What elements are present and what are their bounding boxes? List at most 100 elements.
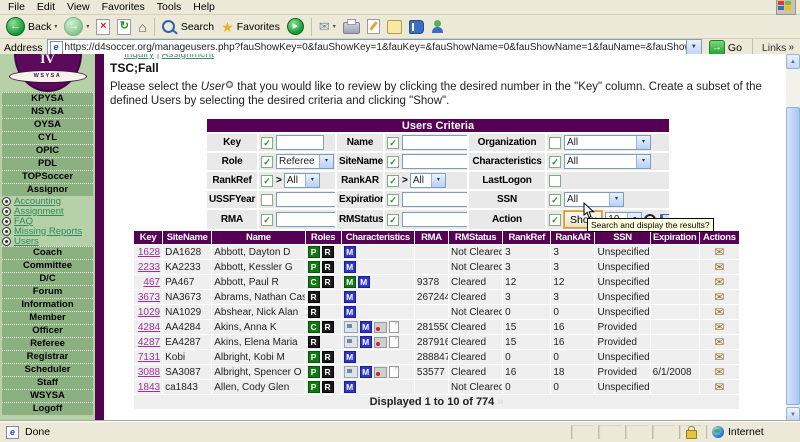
- mail-icon[interactable]: ✉: [714, 275, 724, 289]
- sidebar-item-topsoccer[interactable]: TOPSoccer: [2, 170, 93, 183]
- sidebar-item-kpysa[interactable]: KPYSA: [2, 92, 93, 105]
- rankar-select[interactable]: All▾: [410, 173, 446, 188]
- role-checkbox[interactable]: ✓: [261, 156, 273, 168]
- column-header-rankar[interactable]: RankAR: [551, 231, 594, 244]
- key-link[interactable]: 1029: [138, 307, 160, 318]
- menu-help[interactable]: Help: [187, 1, 221, 13]
- sidebar-item-scheduler[interactable]: Scheduler: [2, 363, 93, 376]
- mail-icon[interactable]: ✉: [714, 350, 724, 364]
- rma-input[interactable]: [276, 212, 335, 227]
- mail-icon[interactable]: ✉: [714, 335, 724, 349]
- mail-icon[interactable]: ✉: [714, 245, 724, 259]
- column-header-key[interactable]: Key: [134, 231, 162, 244]
- role-select[interactable]: Referee▾: [276, 154, 334, 169]
- rankref-select[interactable]: All▾: [284, 173, 320, 188]
- sidebar-link-missing-reports[interactable]: Missing Reports: [0, 226, 95, 236]
- sitename-checkbox[interactable]: ✓: [387, 156, 399, 168]
- breadcrumb-link-assignment[interactable]: Assignment: [162, 54, 214, 60]
- edit-button[interactable]: [364, 16, 383, 37]
- sidebar-item-logoff[interactable]: Logoff: [2, 402, 93, 415]
- column-header-roles[interactable]: Roles: [306, 231, 341, 244]
- key-link[interactable]: 4284: [138, 322, 160, 333]
- ussfyear-checkbox[interactable]: [261, 194, 273, 206]
- key-link[interactable]: 3088: [138, 367, 160, 378]
- refresh-button[interactable]: ↻: [114, 16, 134, 37]
- mail-icon[interactable]: ✉: [714, 365, 724, 379]
- sidebar-item-opic[interactable]: OPIC: [2, 144, 93, 157]
- sidebar-link-faq[interactable]: FAQ: [0, 216, 95, 226]
- mail-icon[interactable]: ✉: [714, 305, 724, 319]
- expiration-input[interactable]: [402, 192, 467, 207]
- expiration-checkbox[interactable]: ✓: [387, 194, 399, 206]
- sidebar-item-information[interactable]: Information: [2, 298, 93, 311]
- sidebar-item-oysa[interactable]: OYSA: [2, 118, 93, 131]
- lastlogon-checkbox[interactable]: [549, 175, 561, 187]
- back-button[interactable]: ←Back▾: [3, 16, 60, 37]
- address-dropdown-button[interactable]: ▼: [686, 40, 701, 55]
- breadcrumb-link-inquiry[interactable]: Inquiry: [124, 54, 154, 60]
- key-link[interactable]: 4287: [138, 337, 160, 348]
- links-button[interactable]: Links »: [760, 42, 796, 54]
- research-button[interactable]: [406, 16, 427, 37]
- name-input[interactable]: [402, 135, 467, 150]
- menu-file[interactable]: File: [2, 1, 31, 13]
- mail-icon[interactable]: ✉: [714, 380, 724, 394]
- messenger-button[interactable]: [428, 16, 447, 37]
- mail-button[interactable]: ✉▾: [316, 16, 339, 37]
- sidebar-item-forum[interactable]: Forum: [2, 285, 93, 298]
- column-header-characteristics[interactable]: Characteristics: [342, 231, 414, 244]
- rankref-checkbox[interactable]: ✓: [261, 175, 273, 187]
- key-link[interactable]: 2233: [138, 262, 160, 273]
- menu-favorites[interactable]: Favorites: [96, 1, 151, 13]
- column-header-actions[interactable]: Actions: [700, 231, 739, 244]
- menu-view[interactable]: View: [61, 1, 96, 13]
- column-header-rmstatus[interactable]: RMStatus: [449, 231, 502, 244]
- home-button[interactable]: ⌂: [135, 16, 149, 37]
- sidebar-item-committee[interactable]: Committee: [2, 259, 93, 272]
- favorites-button[interactable]: ★Favorites: [218, 16, 283, 37]
- mail-icon[interactable]: ✉: [714, 320, 724, 334]
- characteristics-select[interactable]: All▾: [564, 154, 651, 169]
- key-checkbox[interactable]: ✓: [261, 137, 273, 149]
- mail-icon[interactable]: ✉: [714, 260, 724, 274]
- sidebar-item-officer[interactable]: Officer: [2, 324, 93, 337]
- sidebar-item-member[interactable]: Member: [2, 311, 93, 324]
- name-checkbox[interactable]: ✓: [387, 137, 399, 149]
- sidebar-item-coach[interactable]: Coach: [2, 246, 93, 259]
- media-button[interactable]: ▶: [284, 16, 307, 37]
- sidebar-item-assignor[interactable]: Assignor: [2, 183, 93, 196]
- scrollbar-thumb[interactable]: [786, 107, 800, 405]
- search-button[interactable]: Search: [159, 16, 217, 37]
- key-link[interactable]: 7131: [138, 352, 160, 363]
- sidebar-item-nsysa[interactable]: NSYSA: [2, 105, 93, 118]
- url-input[interactable]: [65, 42, 686, 53]
- action-checkbox[interactable]: ✓: [549, 214, 561, 226]
- scroll-up-button[interactable]: ▲: [786, 54, 800, 69]
- sidebar-link-assignment[interactable]: Assignment: [0, 206, 95, 216]
- sidebar-link-accounting[interactable]: Accounting: [0, 196, 95, 206]
- menu-tools[interactable]: Tools: [151, 1, 188, 13]
- column-header-name[interactable]: Name: [212, 231, 304, 244]
- ssn-checkbox[interactable]: ✓: [549, 194, 561, 206]
- rmstatus-input[interactable]: [402, 212, 467, 227]
- organization-select[interactable]: All▾: [564, 135, 651, 150]
- sidebar-item-pdl[interactable]: PDL: [2, 157, 93, 170]
- key-link[interactable]: 3673: [138, 292, 160, 303]
- organization-checkbox[interactable]: [549, 137, 561, 149]
- characteristics-checkbox[interactable]: ✓: [549, 156, 561, 168]
- column-header-rma[interactable]: RMA: [415, 231, 448, 244]
- menu-edit[interactable]: Edit: [31, 1, 61, 13]
- sidebar-item-wsysa[interactable]: WSYSA: [2, 389, 93, 402]
- column-header-rankref[interactable]: RankRef: [503, 231, 550, 244]
- sidebar-item-referee[interactable]: Referee: [2, 337, 93, 350]
- rankar-checkbox[interactable]: ✓: [387, 175, 399, 187]
- column-header-expiration[interactable]: Expiration: [651, 231, 699, 244]
- vertical-scrollbar[interactable]: ▲ ▼: [786, 54, 800, 422]
- mail-icon[interactable]: ✉: [714, 290, 724, 304]
- column-header-ssn[interactable]: SSN: [595, 231, 649, 244]
- print-button[interactable]: [340, 16, 363, 37]
- rma-checkbox[interactable]: ✓: [261, 214, 273, 226]
- key-link[interactable]: 1843: [138, 382, 160, 393]
- forward-button[interactable]: →▾: [61, 16, 92, 37]
- next-page-icon[interactable]: »: [497, 396, 503, 408]
